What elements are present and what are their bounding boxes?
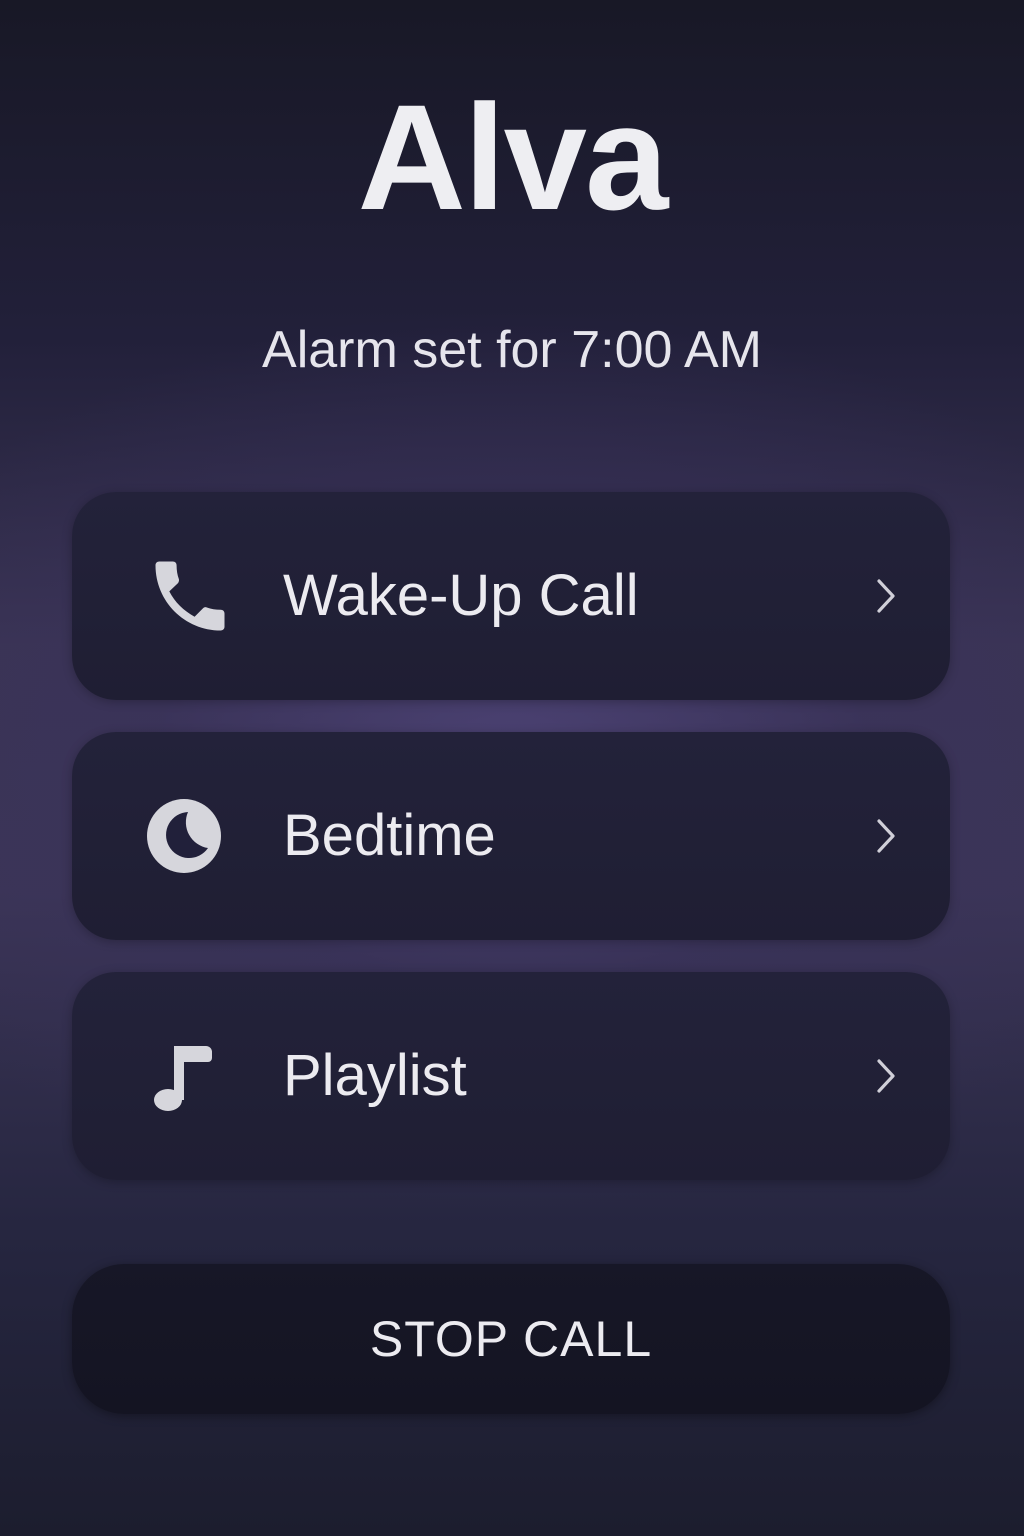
menu-item-label: Bedtime [283, 803, 496, 868]
menu-item-bedtime[interactable]: Bedtime [72, 732, 950, 940]
music-note-icon [144, 1030, 236, 1122]
chevron-right-icon [874, 816, 898, 856]
menu-item-label: Playlist [283, 1043, 467, 1108]
alarm-status: Alarm set for 7:00 AM [262, 321, 762, 379]
stop-call-button[interactable]: STOP CALL [72, 1264, 950, 1414]
chevron-right-icon [874, 576, 898, 616]
app-title: Alva [357, 73, 669, 241]
phone-icon [144, 550, 236, 642]
moon-icon [144, 790, 236, 882]
menu-item-playlist[interactable]: Playlist [72, 972, 950, 1180]
menu-item-wake-up-call[interactable]: Wake-Up Call [72, 492, 950, 700]
menu-item-label: Wake-Up Call [283, 563, 639, 628]
chevron-right-icon [874, 1056, 898, 1096]
